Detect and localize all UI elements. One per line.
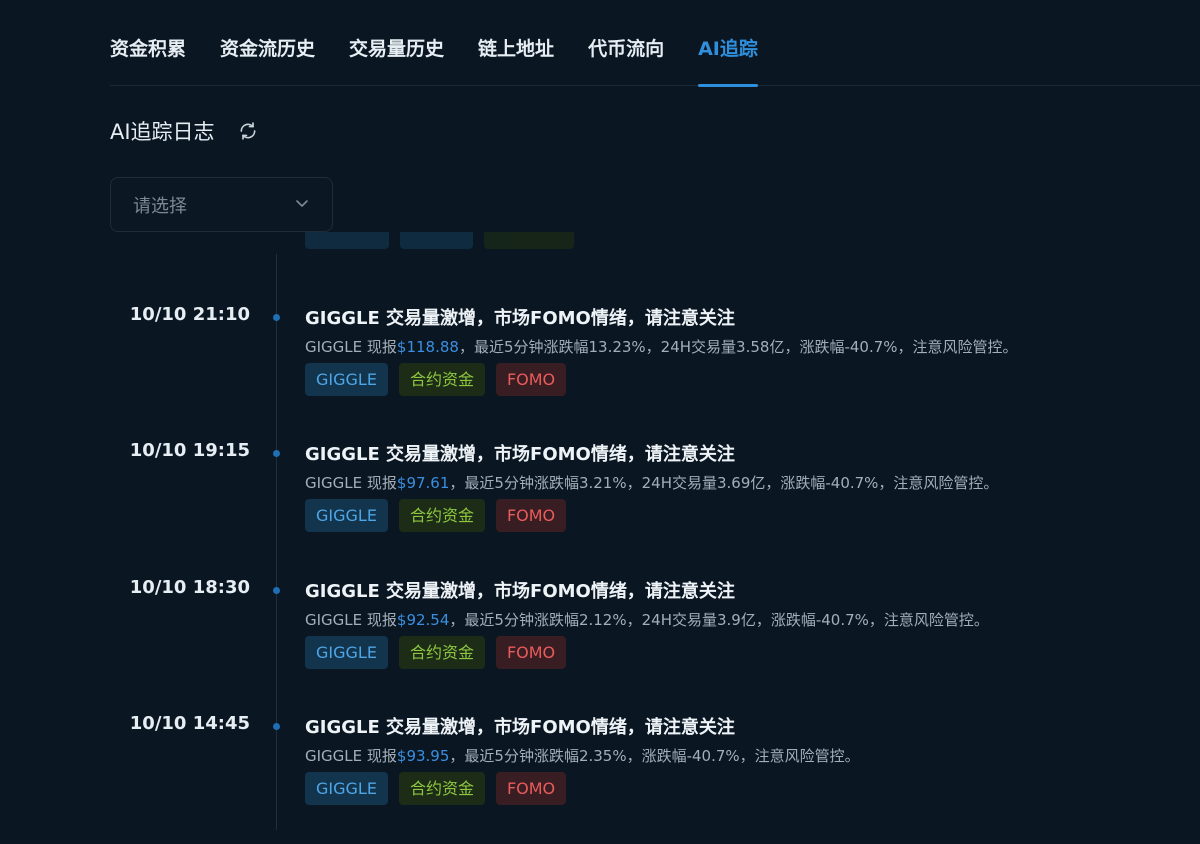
tag-contract-fund[interactable]: 合约资金 (398, 499, 485, 532)
timeline-line (276, 254, 277, 830)
entry-time: 10/10 18:30 (129, 577, 250, 598)
tag-token[interactable]: GIGGLE (305, 363, 388, 396)
timeline-dot (273, 314, 280, 321)
entry-time: 10/10 14:45 (129, 713, 250, 734)
tag-token[interactable]: GIGGLE (305, 499, 388, 532)
entry-price: $118.88 (396, 338, 459, 356)
ai-tracking-timeline[interactable]: 10/10 21:10 GIGGLE 交易量激增，市场FOMO情绪，请注意关注 … (0, 232, 1200, 844)
entry-price: $93.95 (396, 747, 450, 765)
page: 资金积累 资金流历史 交易量历史 链上地址 代币流向 AI追踪 AI追踪日志 请… (0, 0, 1200, 844)
entry-tags: GIGGLE 合约资金 FOMO (305, 636, 567, 669)
timeline-dot (273, 587, 280, 594)
log-filter-select[interactable]: 请选择 (110, 177, 333, 232)
entry-tags: GIGGLE 合约资金 FOMO (305, 363, 567, 396)
tag-token (400, 232, 473, 249)
timeline-dot (273, 723, 280, 730)
tag-fomo[interactable]: FOMO (495, 499, 567, 532)
desc-prefix: GIGGLE 现报 (305, 611, 397, 629)
tag-fomo[interactable]: FOMO (495, 772, 567, 805)
tag-fomo[interactable]: FOMO (495, 636, 567, 669)
entry-title: GIGGLE 交易量激增，市场FOMO情绪，请注意关注 (305, 581, 735, 602)
entry-description: GIGGLE 现报$92.54，最近5分钟涨跌幅2.12%，24H交易量3.9亿… (305, 609, 989, 630)
entry-description: GIGGLE 现报$118.88，最近5分钟涨跌幅13.23%，24H交易量3.… (305, 336, 1018, 357)
chevron-down-icon (294, 195, 310, 215)
tab-fund-accumulation[interactable]: 资金积累 (110, 0, 186, 86)
desc-suffix: ，最近5分钟涨跌幅13.23%，24H交易量3.58亿，涨跌幅-40.7%，注意… (458, 338, 1018, 356)
refresh-icon[interactable] (237, 120, 259, 142)
entry-time: 10/10 19:15 (129, 440, 250, 461)
entry-price: $92.54 (396, 611, 450, 629)
entry-price: $97.61 (396, 474, 450, 492)
tag-token[interactable]: GIGGLE (305, 636, 388, 669)
desc-suffix: ，最近5分钟涨跌幅2.35%，涨跌幅-40.7%，注意风险管控。 (449, 747, 860, 765)
tab-fund-flow-history[interactable]: 资金流历史 (220, 0, 315, 86)
entry-description: GIGGLE 现报$93.95，最近5分钟涨跌幅2.35%，涨跌幅-40.7%，… (305, 745, 860, 766)
tab-token-flow[interactable]: 代币流向 (588, 0, 664, 86)
desc-prefix: GIGGLE 现报 (305, 338, 397, 356)
tab-onchain-address[interactable]: 链上地址 (478, 0, 554, 86)
desc-prefix: GIGGLE 现报 (305, 474, 397, 492)
partial-tag-row (305, 232, 574, 249)
tag-token[interactable]: GIGGLE (305, 772, 388, 805)
entry-title: GIGGLE 交易量激增，市场FOMO情绪，请注意关注 (305, 308, 735, 329)
desc-suffix: ，最近5分钟涨跌幅2.12%，24H交易量3.9亿，涨跌幅-40.7%，注意风险… (449, 611, 989, 629)
tag-contract-fund[interactable]: 合约资金 (398, 636, 485, 669)
section-title: AI追踪日志 (110, 120, 215, 144)
timeline-dot (273, 450, 280, 457)
tab-bar: 资金积累 资金流历史 交易量历史 链上地址 代币流向 AI追踪 (110, 0, 1200, 87)
desc-prefix: GIGGLE 现报 (305, 747, 397, 765)
tag-fund (484, 232, 574, 249)
tag-fomo[interactable]: FOMO (495, 363, 567, 396)
tab-ai-tracking[interactable]: AI追踪 (698, 0, 758, 87)
entry-title: GIGGLE 交易量激增，市场FOMO情绪，请注意关注 (305, 444, 735, 465)
tag-contract-fund[interactable]: 合约资金 (398, 772, 485, 805)
entry-tags: GIGGLE 合约资金 FOMO (305, 772, 567, 805)
desc-suffix: ，最近5分钟涨跌幅3.21%，24H交易量3.69亿，涨跌幅-40.7%，注意风… (449, 474, 999, 492)
tag-contract-fund[interactable]: 合约资金 (398, 363, 485, 396)
entry-tags: GIGGLE 合约资金 FOMO (305, 499, 567, 532)
entry-description: GIGGLE 现报$97.61，最近5分钟涨跌幅3.21%，24H交易量3.69… (305, 472, 998, 493)
tab-volume-history[interactable]: 交易量历史 (349, 0, 444, 86)
entry-time: 10/10 21:10 (129, 304, 250, 325)
entry-title: GIGGLE 交易量激增，市场FOMO情绪，请注意关注 (305, 717, 735, 738)
select-placeholder: 请选择 (133, 195, 187, 217)
section-header: AI追踪日志 (110, 116, 259, 146)
tag-token (305, 232, 389, 249)
